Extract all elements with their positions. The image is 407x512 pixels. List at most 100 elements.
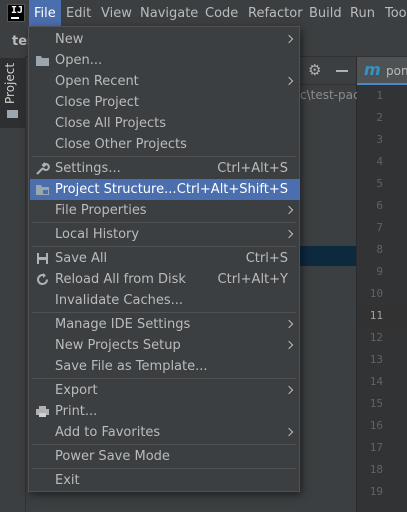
menu-item-label: Project Structure... xyxy=(55,182,177,197)
menu-run[interactable]: Run xyxy=(345,0,380,28)
line-number: 9 xyxy=(376,265,383,278)
wrench-icon xyxy=(36,162,50,175)
menu-item-close-all-projects[interactable]: Close All Projects xyxy=(30,113,300,134)
menu-item-shortcut: Ctrl+Alt+S xyxy=(217,161,288,176)
menu-separator xyxy=(32,378,296,379)
line-number: 8 xyxy=(376,243,383,256)
file-menu: New Open... Open Recent Close Project Cl… xyxy=(28,26,300,492)
chevron-right-icon xyxy=(284,340,294,350)
menu-separator xyxy=(32,222,296,223)
menu-item-label: Close All Projects xyxy=(55,116,167,131)
menu-item-new[interactable]: New xyxy=(30,29,300,50)
line-number: 11 xyxy=(369,309,383,322)
menu-view[interactable]: View xyxy=(96,0,137,28)
line-number: 10 xyxy=(369,287,383,300)
intellij-logo-icon: IJ xyxy=(7,4,25,22)
menu-item-open[interactable]: Open... xyxy=(30,50,300,71)
chevron-right-icon xyxy=(284,427,294,437)
line-number: 15 xyxy=(369,397,383,410)
reload-icon xyxy=(37,273,49,286)
menu-item-label: Reload All from Disk xyxy=(55,272,186,287)
chevron-right-icon xyxy=(284,229,294,239)
line-number: 16 xyxy=(369,419,383,432)
menu-item-label: Add to Favorites xyxy=(55,425,161,440)
menu-item-reload-all[interactable]: Reload All from Disk Ctrl+Alt+Y xyxy=(30,269,300,290)
menu-separator xyxy=(32,156,296,157)
menu-item-local-history[interactable]: Local History xyxy=(30,224,300,245)
menu-item-invalidate-caches[interactable]: Invalidate Caches... xyxy=(30,290,300,311)
menu-item-label: Invalidate Caches... xyxy=(55,293,184,308)
menu-item-label: New xyxy=(55,32,84,47)
menu-item-label: Open Recent xyxy=(55,74,139,89)
line-number: 19 xyxy=(369,485,383,498)
line-number: 2 xyxy=(376,111,383,124)
menu-item-label: New Projects Setup xyxy=(55,338,181,353)
menu-tools[interactable]: Tools xyxy=(380,0,407,28)
line-number: 18 xyxy=(369,463,383,476)
menu-item-new-projects-setup[interactable]: New Projects Setup xyxy=(30,335,300,356)
menu-item-exit[interactable]: Exit xyxy=(30,470,300,491)
chevron-right-icon xyxy=(284,319,294,329)
project-path: c\test-pac xyxy=(300,88,360,102)
chevron-right-icon xyxy=(284,34,294,44)
menu-build[interactable]: Build xyxy=(304,0,347,28)
menu-item-label: Open... xyxy=(55,53,103,68)
menu-item-save-file-as-template[interactable]: Save File as Template... xyxy=(30,356,300,377)
maven-icon: m xyxy=(364,60,381,79)
menu-item-open-recent[interactable]: Open Recent xyxy=(30,71,300,92)
menu-item-label: Save File as Template... xyxy=(55,359,208,374)
folder-icon xyxy=(7,110,18,118)
menu-item-label: Exit xyxy=(55,473,80,488)
menu-file[interactable]: File xyxy=(29,0,61,28)
menu-edit[interactable]: Edit xyxy=(61,0,96,28)
menu-item-label: Print... xyxy=(55,404,98,419)
folder-open-icon xyxy=(36,56,49,66)
menu-item-close-project[interactable]: Close Project xyxy=(30,92,300,113)
menu-item-shortcut: Ctrl+Alt+Shift+S xyxy=(176,182,288,197)
line-number: 12 xyxy=(369,331,383,344)
menu-item-label: File Properties xyxy=(55,203,147,218)
menu-item-shortcut: Ctrl+Alt+Y xyxy=(217,272,288,287)
print-icon xyxy=(36,406,49,417)
selected-tree-row[interactable] xyxy=(300,246,356,266)
menu-separator xyxy=(32,246,296,247)
menu-code[interactable]: Code xyxy=(200,0,243,28)
menu-item-label: Save All xyxy=(55,251,108,266)
line-number: 3 xyxy=(376,133,383,146)
menu-item-file-properties[interactable]: File Properties xyxy=(30,200,300,221)
menu-item-print[interactable]: Print... xyxy=(30,401,300,422)
hide-icon[interactable] xyxy=(336,70,348,72)
menu-separator xyxy=(32,444,296,445)
line-number: 7 xyxy=(376,221,383,234)
menu-item-project-structure[interactable]: Project Structure... Ctrl+Alt+Shift+S xyxy=(30,179,300,200)
menu-item-label: Local History xyxy=(55,227,140,242)
menu-item-label: Manage IDE Settings xyxy=(55,317,191,332)
gear-icon[interactable]: ⚙ xyxy=(308,61,321,79)
menu-item-settings[interactable]: Settings... Ctrl+Alt+S xyxy=(30,158,300,179)
line-number: 5 xyxy=(376,177,383,190)
line-number: 13 xyxy=(369,353,383,366)
menu-item-label: Power Save Mode xyxy=(55,449,170,464)
menu-refactor[interactable]: Refactor xyxy=(243,0,308,28)
menu-separator xyxy=(32,468,296,469)
project-tool-window-label: Project xyxy=(3,62,17,104)
menu-item-power-save-mode[interactable]: Power Save Mode xyxy=(30,446,300,467)
menu-item-label: Close Other Projects xyxy=(55,137,187,152)
menu-item-export[interactable]: Export xyxy=(30,380,300,401)
project-structure-icon xyxy=(36,185,49,195)
line-number: 17 xyxy=(369,441,383,454)
menu-item-manage-ide-settings[interactable]: Manage IDE Settings xyxy=(30,314,300,335)
menu-navigate[interactable]: Navigate xyxy=(135,0,203,28)
line-number: 1 xyxy=(376,89,383,102)
chevron-right-icon xyxy=(284,205,294,215)
menu-item-label: Export xyxy=(55,383,98,398)
menu-item-save-all[interactable]: Save All Ctrl+S xyxy=(30,248,300,269)
save-icon xyxy=(37,253,48,264)
menu-item-close-other-projects[interactable]: Close Other Projects xyxy=(30,134,300,155)
menu-separator xyxy=(32,312,296,313)
menu-item-add-to-favorites[interactable]: Add to Favorites xyxy=(30,422,300,443)
menu-item-shortcut: Ctrl+S xyxy=(245,251,288,266)
line-number: 14 xyxy=(369,375,383,388)
menu-item-label: Close Project xyxy=(55,95,140,110)
line-number: 6 xyxy=(376,199,383,212)
